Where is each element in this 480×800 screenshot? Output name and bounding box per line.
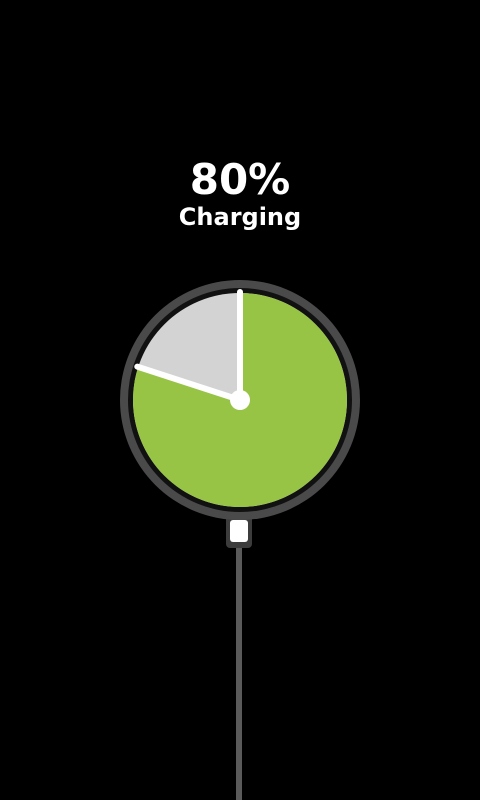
charging-cable-icon (236, 540, 242, 800)
battery-pie-gauge-icon (120, 280, 360, 800)
gauge-hub (230, 390, 250, 410)
